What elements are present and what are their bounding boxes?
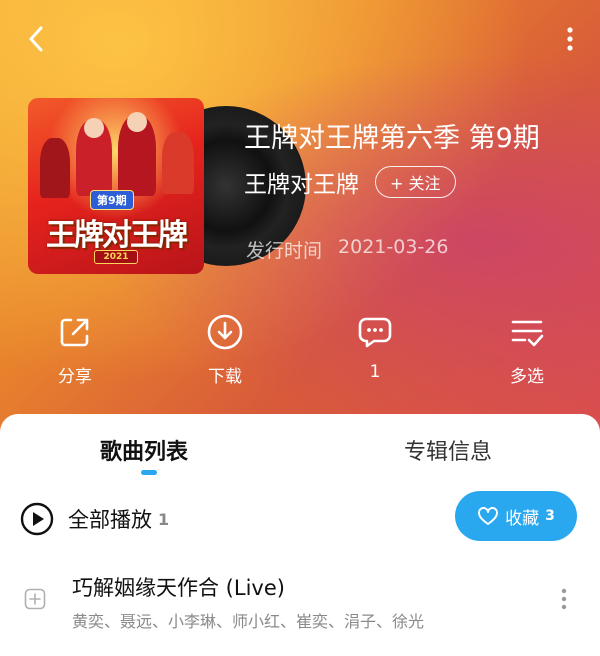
artist-name[interactable]: 王牌对王牌 bbox=[244, 165, 359, 199]
content-panel: 歌曲列表 专辑信息 全部播放 1 收藏 3 巧解姻缘天作合 (Live) 黄奕、… bbox=[0, 414, 600, 656]
collect-label: 收藏 bbox=[505, 508, 540, 529]
release-date: 2021-03-26 bbox=[338, 236, 449, 258]
play-all-label: 全部播放 bbox=[68, 508, 152, 532]
action-bar: 分享 下载 1 多选 bbox=[0, 310, 600, 390]
cover-face bbox=[127, 112, 147, 132]
comment-icon bbox=[358, 317, 392, 348]
tab-song-list[interactable]: 歌曲列表 bbox=[100, 434, 188, 466]
more-options-button[interactable] bbox=[558, 22, 582, 56]
multi-select-button[interactable]: 多选 bbox=[482, 310, 572, 387]
share-label: 分享 bbox=[58, 367, 92, 387]
song-count: 1 bbox=[158, 509, 170, 529]
download-label: 下载 bbox=[208, 367, 242, 387]
share-icon bbox=[60, 318, 89, 347]
cover-figure bbox=[40, 138, 70, 198]
album-cover-area[interactable]: 第9期 王牌对王牌 2021 bbox=[28, 98, 306, 274]
vertical-dots-icon bbox=[567, 27, 573, 51]
add-square-icon bbox=[24, 588, 46, 610]
cover-figure bbox=[162, 132, 194, 194]
share-button[interactable]: 分享 bbox=[30, 310, 120, 387]
cover-year: 2021 bbox=[94, 250, 138, 264]
vertical-dots-icon bbox=[561, 588, 567, 610]
add-song-button[interactable] bbox=[24, 588, 46, 614]
release-info: 发行时间 2021-03-26 bbox=[246, 236, 448, 263]
back-button[interactable] bbox=[20, 22, 52, 56]
comment-button[interactable]: 1 bbox=[330, 310, 420, 382]
song-artists: 黄奕、聂远、小李琳、师小红、崔奕、涓子、徐光 bbox=[72, 612, 425, 631]
song-title: 巧解姻缘天作合 (Live) bbox=[72, 576, 285, 600]
cover-episode-badge: 第9期 bbox=[90, 190, 134, 210]
album-title: 王牌对王牌第六季 第9期 bbox=[244, 123, 540, 154]
play-all-button[interactable]: 全部播放 1 bbox=[20, 502, 169, 536]
follow-button[interactable]: + 关注 bbox=[375, 166, 456, 198]
multi-select-icon bbox=[511, 320, 544, 347]
collect-button[interactable]: 收藏 3 bbox=[455, 491, 577, 541]
active-tab-indicator bbox=[141, 470, 157, 475]
multi-select-label: 多选 bbox=[510, 367, 544, 387]
download-icon bbox=[207, 314, 243, 350]
cover-face bbox=[84, 118, 104, 138]
album-cover[interactable]: 第9期 王牌对王牌 2021 bbox=[28, 98, 204, 274]
tab-album-info[interactable]: 专辑信息 bbox=[404, 434, 492, 466]
heart-icon bbox=[478, 507, 499, 525]
play-circle-icon bbox=[20, 502, 54, 536]
cover-show-logo: 王牌对王牌 bbox=[46, 218, 188, 253]
collect-count: 3 bbox=[545, 508, 555, 524]
release-label: 发行时间 bbox=[246, 240, 323, 262]
artist-row: 王牌对王牌 + 关注 bbox=[244, 165, 456, 199]
download-button[interactable]: 下载 bbox=[180, 310, 270, 387]
song-more-button[interactable] bbox=[556, 584, 572, 614]
song-list-item[interactable]: 巧解姻缘天作合 (Live) 黄奕、聂远、小李琳、师小红、崔奕、涓子、徐光 bbox=[0, 564, 600, 644]
comment-count: 1 bbox=[369, 362, 381, 382]
chevron-left-icon bbox=[29, 26, 43, 52]
